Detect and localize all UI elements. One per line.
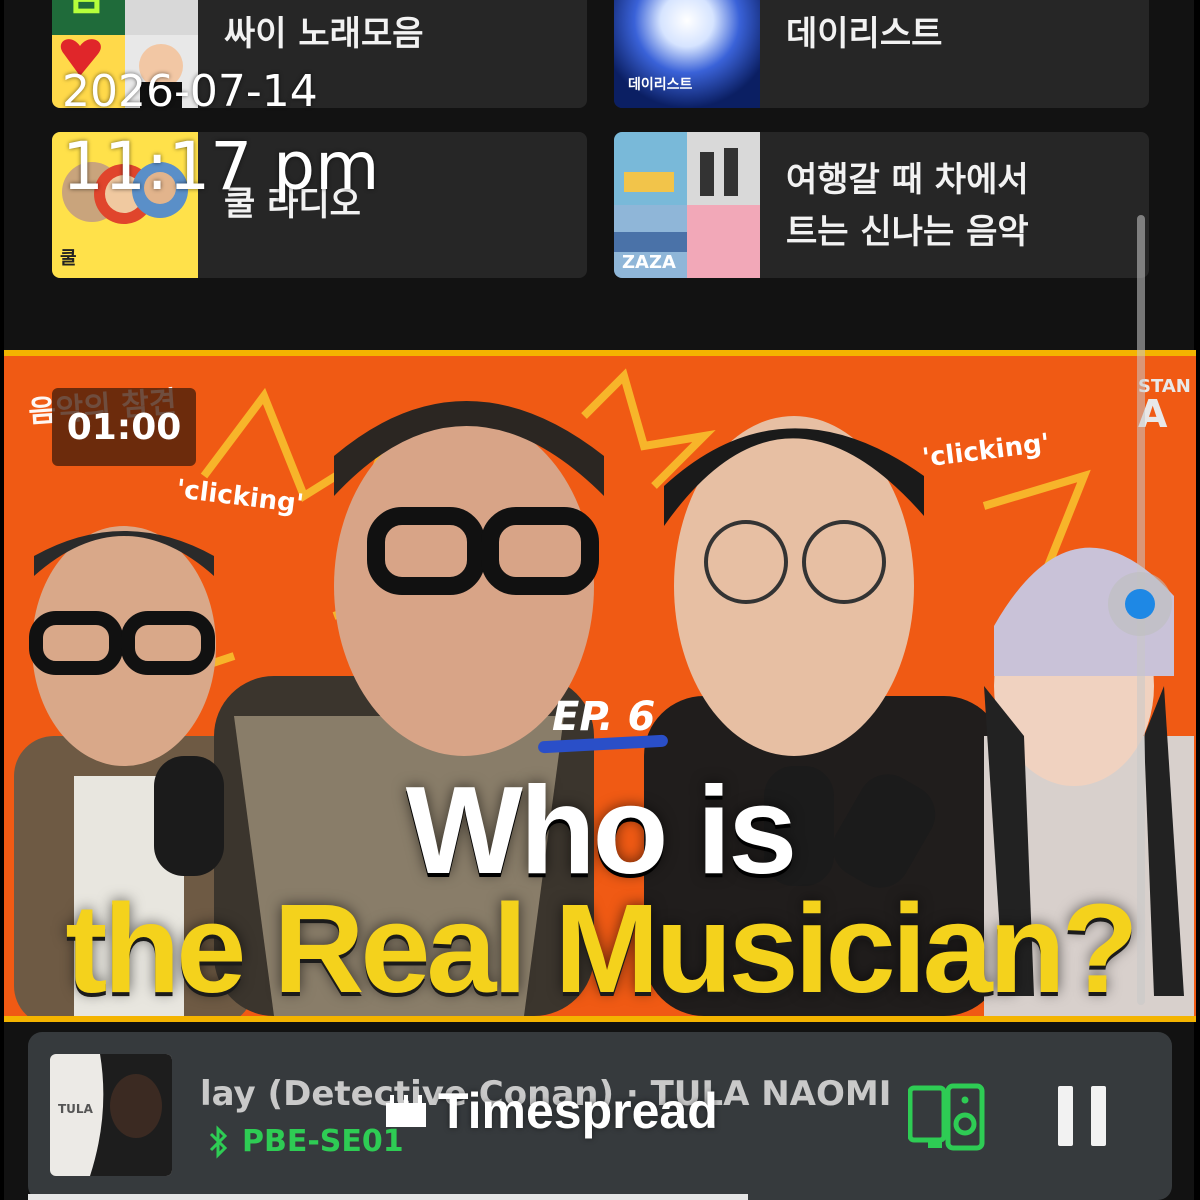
scroll-dot-icon (1125, 589, 1155, 619)
overlay-time: 11:17 pm (62, 128, 380, 205)
overlay-date: 2026-07-14 (62, 66, 318, 117)
playlist-title-line-2: 트는 신나는 음악 (786, 212, 1029, 252)
playback-progress-bar[interactable] (28, 1194, 748, 1200)
channel-logo-letter: A (1138, 392, 1168, 436)
playlist-card-daylist[interactable]: 데이리스트 데이리스트 (614, 0, 1149, 108)
device-name: PBE-SE01 (242, 1124, 404, 1159)
video-headline-line2: the Real Musician? (65, 878, 1138, 1019)
connected-device[interactable]: PBE-SE01 (208, 1124, 404, 1159)
playlist-title-line-1: 여행갈 때 차에서 (786, 160, 1029, 200)
playlist-thumbnail: 데이리스트 (614, 0, 760, 108)
bluetooth-icon (209, 1124, 228, 1159)
thumbnail-caption: ZAZA (622, 252, 676, 273)
album-art-text: TULA (58, 1102, 93, 1116)
pause-icon-bar-right (1091, 1086, 1106, 1146)
timespread-logo-icon (386, 1095, 426, 1127)
playlist-title: 싸이 노래모음 (224, 14, 424, 54)
album-art: TULA (50, 1054, 172, 1176)
video-timer: 01:00 (52, 388, 196, 466)
watermark: Timespread (384, 1082, 718, 1140)
episode-label: EP. 6 (552, 694, 656, 740)
pause-button[interactable] (1058, 1086, 1106, 1146)
playlist-thumbnail: ZAZA (614, 132, 760, 278)
thumbnail-caption: 데이리스트 (628, 77, 693, 93)
pause-icon-bar-left (1058, 1086, 1073, 1146)
svg-text:ㅂ: ㅂ (66, 0, 106, 29)
channel-logo: STAN A (1138, 376, 1191, 436)
playlist-card-travel-music[interactable]: ZAZA 여행갈 때 차에서 트는 신나는 음악 (614, 132, 1149, 278)
watermark-text: Timespread (438, 1083, 718, 1139)
playlist-title: 데이리스트 (786, 14, 943, 54)
scrollbar-handle[interactable] (1108, 572, 1172, 636)
speaker-device-icon[interactable] (908, 1082, 986, 1152)
thumbnail-caption: 쿨 (60, 248, 77, 269)
